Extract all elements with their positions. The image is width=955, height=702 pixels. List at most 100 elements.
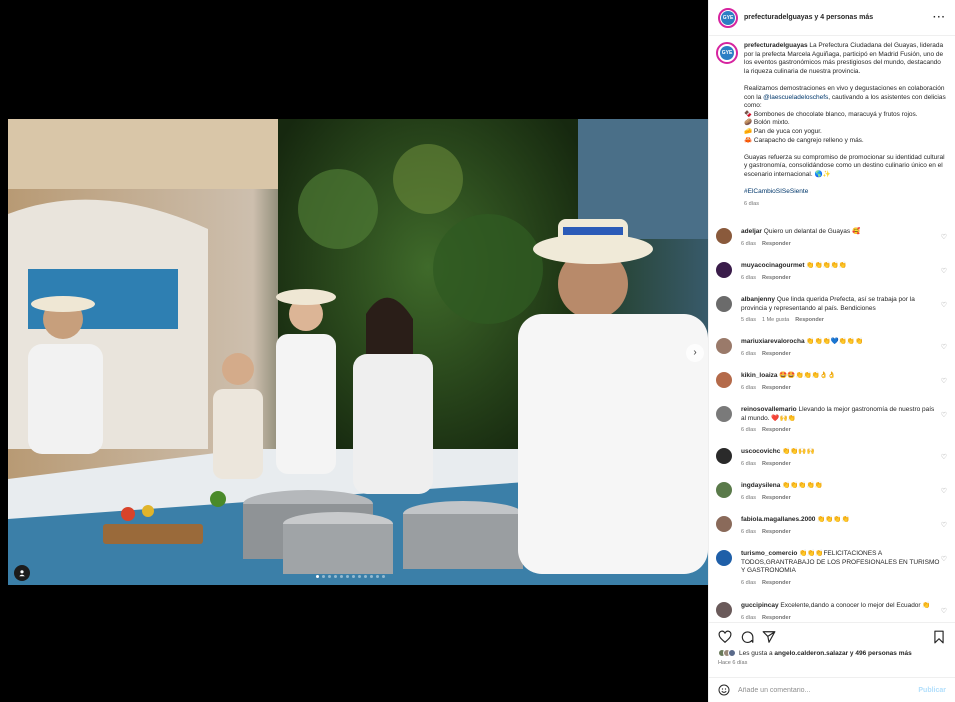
comment-text: Excelente,dando a conocer lo mejor del E… — [780, 602, 931, 609]
commenter-avatar[interactable] — [716, 262, 732, 278]
bookmark-icon[interactable] — [932, 630, 946, 644]
caption-text: Guayas refuerza su compromiso de promoci… — [744, 153, 945, 178]
heart-icon[interactable]: ♡ — [941, 607, 947, 615]
post-side-panel: GYE prefecturadelguayas y 4 personas más… — [708, 0, 955, 702]
send-icon[interactable] — [762, 630, 776, 644]
commenter-avatar[interactable] — [716, 602, 732, 618]
tagged-users-button[interactable] — [14, 565, 30, 581]
comment-username[interactable]: adeljar — [741, 228, 762, 235]
comment-item: albanjenny Que linda querida Prefecta, a… — [716, 296, 947, 325]
heart-icon[interactable]: ♡ — [941, 555, 947, 563]
commenter-avatar[interactable] — [716, 406, 732, 422]
heart-icon[interactable]: ♡ — [941, 301, 947, 309]
comment-username[interactable]: albanjenny — [741, 296, 775, 303]
caption-list-item: 🍫 Bombones de chocolate blanco, maracuyá… — [744, 110, 918, 118]
comment-item: adeljar Quiero un delantal de Guayas 🥰 6 … — [716, 228, 947, 248]
heart-icon[interactable]: ♡ — [941, 343, 947, 351]
comment-age: 6 días — [741, 427, 756, 434]
comment-username[interactable]: turismo_comercio — [741, 550, 797, 557]
reply-button[interactable]: Responder — [795, 317, 824, 323]
carousel-dot — [340, 575, 343, 578]
comment-username[interactable]: guccipincay — [741, 602, 779, 609]
reply-button[interactable]: Responder — [762, 241, 791, 247]
caption-mention[interactable]: @laescueladeloschefs — [763, 94, 828, 101]
caption-age: 6 días — [744, 200, 759, 207]
likes-count[interactable]: y 496 personas más — [848, 650, 912, 657]
caption-hashtag[interactable]: #ElCambioSISeSiente — [744, 188, 808, 195]
heart-icon[interactable]: ♡ — [941, 487, 947, 495]
comment-username[interactable]: reinosovallemario — [741, 406, 797, 413]
comment-username[interactable]: kikin_loaiza — [741, 372, 778, 379]
comment-username[interactable]: ingdaysilena — [741, 482, 780, 489]
reply-button[interactable]: Responder — [762, 385, 791, 391]
heart-icon[interactable]: ♡ — [941, 233, 947, 241]
carousel-dot — [382, 575, 385, 578]
commenter-avatar[interactable] — [716, 372, 732, 388]
comment-text: Quiero un delantal de Guayas 🥰 — [763, 228, 861, 235]
heart-icon[interactable] — [718, 630, 732, 644]
comment-age: 6 días — [741, 494, 756, 501]
user-tag-icon — [19, 570, 25, 577]
caption-username[interactable]: prefecturadelguayas — [744, 42, 808, 49]
carousel-dot — [316, 575, 319, 578]
comment-username[interactable]: uscocovichc — [741, 448, 780, 455]
comment-input[interactable] — [738, 686, 919, 694]
author-avatar[interactable]: GYE — [718, 7, 738, 28]
add-comment-bar: Publicar — [709, 677, 955, 702]
heart-icon[interactable]: ♡ — [941, 267, 947, 275]
author-avatar[interactable]: GYE — [716, 42, 738, 64]
comment-icon[interactable] — [740, 630, 754, 644]
post-date: Hace 6 días — [718, 660, 748, 666]
comment-age: 5 días — [741, 317, 756, 324]
carousel-dot — [358, 575, 361, 578]
comment-text: 👏👏👏👏👏 — [782, 482, 823, 489]
reply-button[interactable]: Responder — [762, 275, 791, 281]
heart-icon[interactable]: ♡ — [941, 377, 947, 385]
heart-icon[interactable]: ♡ — [941, 453, 947, 461]
reply-button[interactable]: Responder — [762, 529, 791, 535]
post-actions: Les gusta a angelo.calderon.salazar y 49… — [709, 622, 955, 677]
reply-button[interactable]: Responder — [762, 495, 791, 501]
comment-text: 🤩🤩👏👏👏👌👌 — [779, 372, 836, 379]
reply-button[interactable]: Responder — [762, 615, 791, 621]
comment-username[interactable]: fabiola.magallanes.2000 — [741, 516, 815, 523]
commenter-avatar[interactable] — [716, 482, 732, 498]
comment-text: 👏👏👏👏👏 — [806, 262, 847, 269]
carousel-dot — [346, 575, 349, 578]
carousel-dot — [334, 575, 337, 578]
heart-icon[interactable]: ♡ — [941, 411, 947, 419]
comment-item: mariuxiarevalorocha 👏👏👏💙👏👏👏 6 días Respond… — [716, 338, 947, 358]
comment-username[interactable]: muyacocinagourmet — [741, 262, 805, 269]
reply-button[interactable]: Responder — [762, 461, 791, 467]
post-header: GYE prefecturadelguayas y 4 personas más… — [709, 0, 955, 36]
publish-button[interactable]: Publicar — [918, 687, 946, 694]
comment-age: 6 días — [741, 528, 756, 535]
comment-likes[interactable]: 1 Me gusta — [762, 317, 789, 323]
commenter-avatar[interactable] — [716, 448, 732, 464]
commenter-avatar[interactable] — [716, 516, 732, 532]
caption-list-item: 🧀 Pan de yuca con yogur. — [744, 127, 822, 135]
likes-summary: Les gusta a angelo.calderon.salazar y 49… — [718, 649, 946, 657]
reply-button[interactable]: Responder — [762, 427, 791, 433]
reply-button[interactable]: Responder — [762, 580, 791, 586]
next-photo-button[interactable]: › — [686, 344, 704, 362]
author-names[interactable]: prefecturadelguayas y 4 personas más — [744, 14, 933, 21]
likes-user[interactable]: angelo.calderon.salazar — [774, 650, 848, 657]
comment-item: ingdaysilena 👏👏👏👏👏 6 días Responder ♡ — [716, 482, 947, 502]
comments-list[interactable]: GYE prefecturadelguayas La Prefectura Ci… — [709, 37, 955, 622]
commenter-avatar[interactable] — [716, 550, 732, 566]
carousel-dot — [376, 575, 379, 578]
carousel-dot — [322, 575, 325, 578]
commenter-avatar[interactable] — [716, 338, 732, 354]
liker-avatar — [728, 649, 736, 657]
comment-username[interactable]: mariuxiarevalorocha — [741, 338, 805, 345]
comment-age: 6 días — [741, 240, 756, 247]
commenter-avatar[interactable] — [716, 296, 732, 312]
heart-icon[interactable]: ♡ — [941, 521, 947, 529]
comment-item: muyacocinagourmet 👏👏👏👏👏 6 días Responder ♡ — [716, 262, 947, 282]
commenter-avatar[interactable] — [716, 228, 732, 244]
ellipsis-icon[interactable]: ··· — [933, 12, 946, 23]
emoji-icon[interactable] — [718, 684, 730, 696]
reply-button[interactable]: Responder — [762, 351, 791, 357]
carousel-dot — [370, 575, 373, 578]
